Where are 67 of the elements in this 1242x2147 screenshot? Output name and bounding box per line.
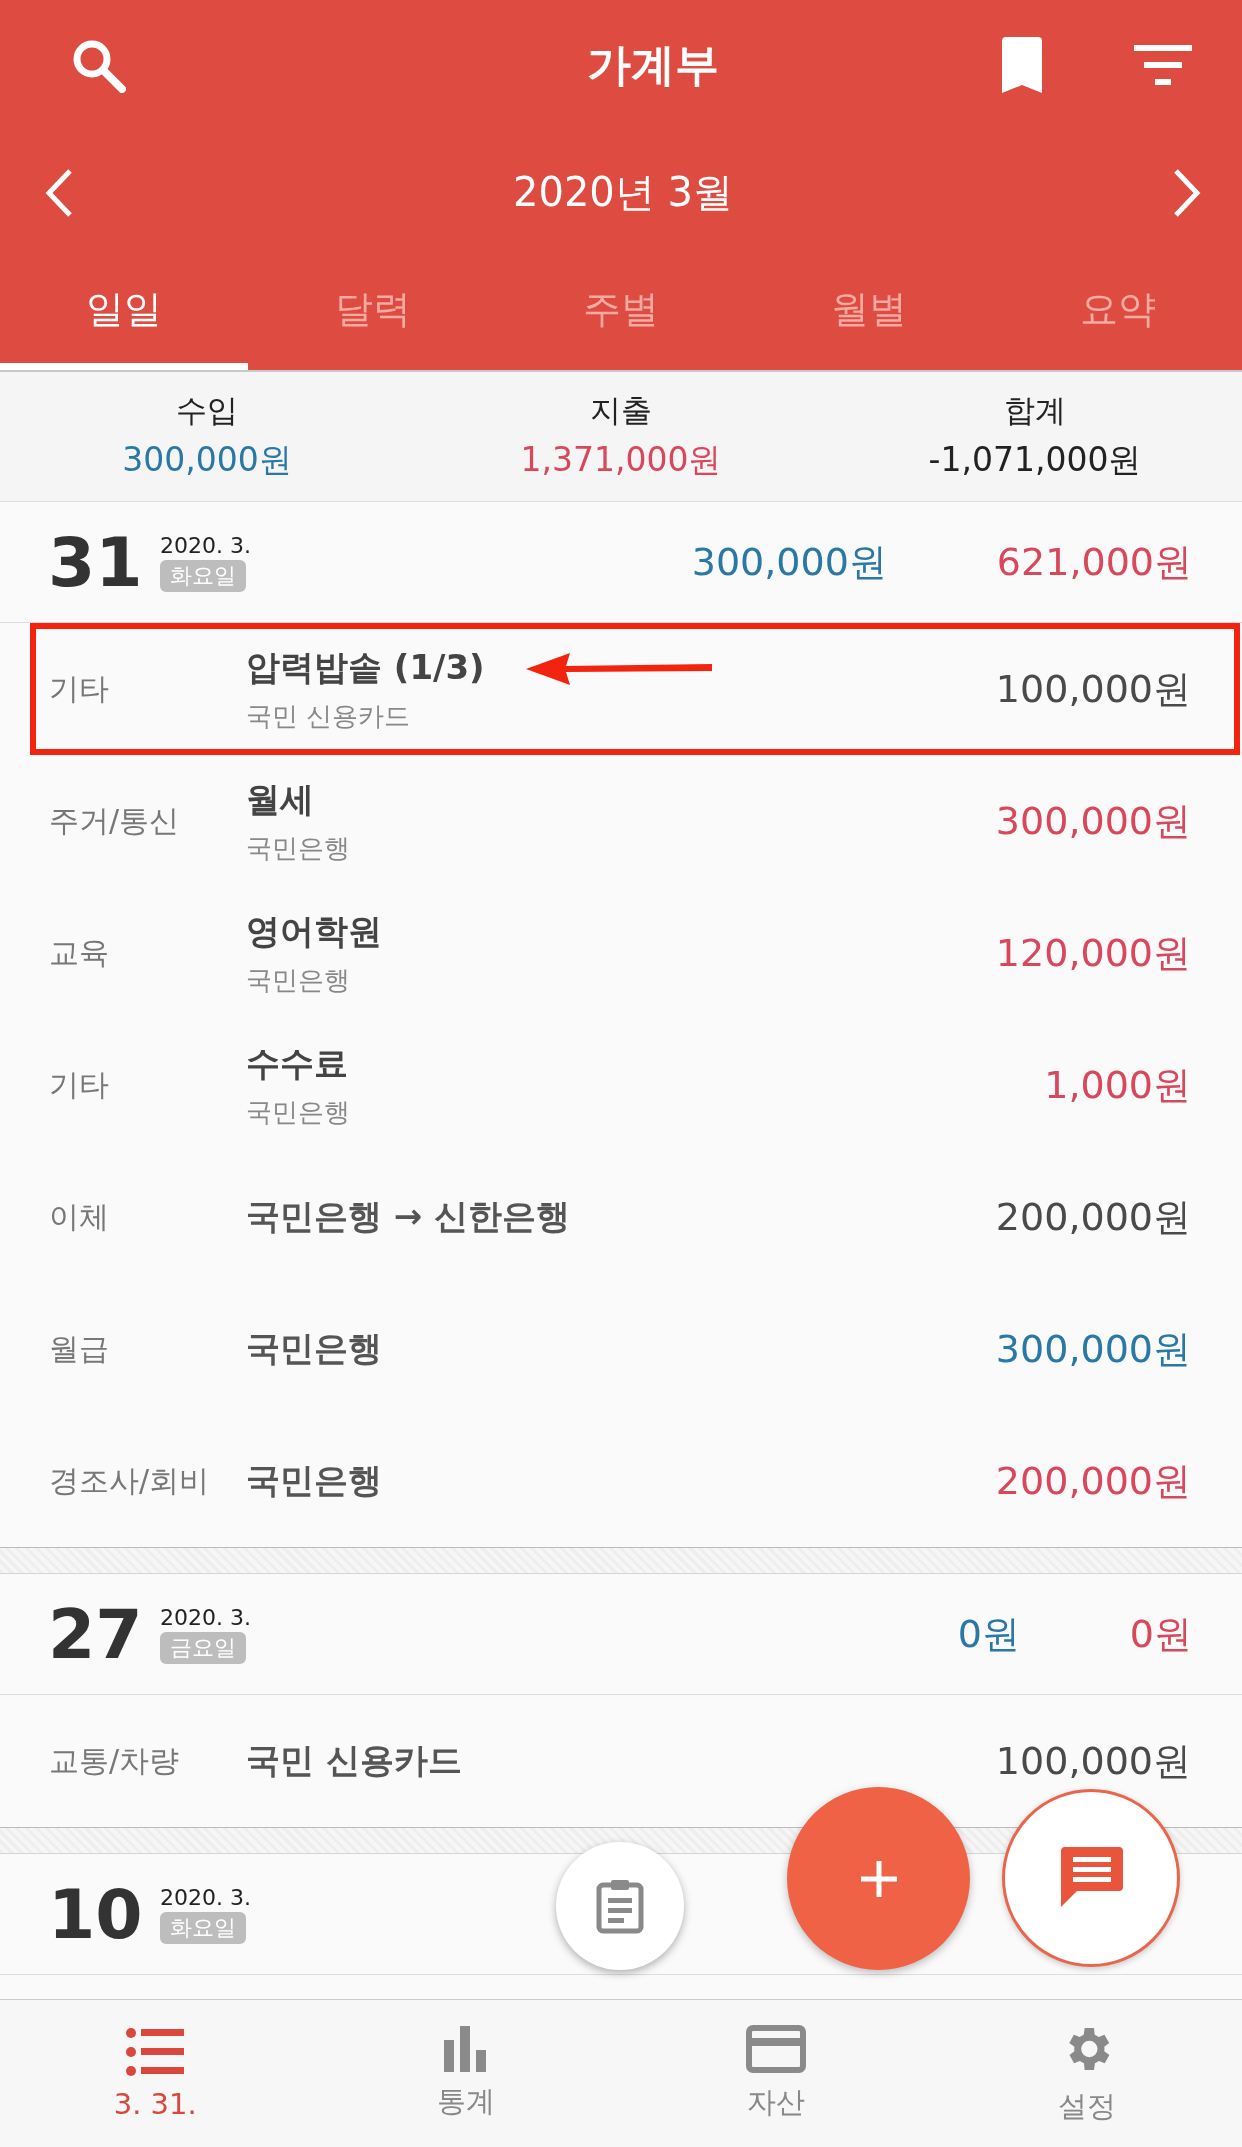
day-income: 300,000원: [691, 538, 887, 586]
amount: 300,000원: [995, 797, 1191, 845]
entry-title: 국민은행 → 신한은행: [246, 1195, 571, 1238]
view-tab[interactable]: 요약: [993, 255, 1242, 370]
amount: 200,000원: [995, 1457, 1191, 1505]
category-label: 주거/통신: [49, 801, 181, 840]
account-label: 국민은행: [246, 963, 350, 997]
plus-icon: [858, 1858, 899, 1899]
day-number: 31: [48, 522, 144, 602]
summary-label: 지출: [590, 391, 652, 430]
entry-title: 국민은행: [246, 1459, 382, 1502]
next-month-icon[interactable]: [1172, 167, 1202, 218]
list-icon: [126, 2026, 185, 2077]
view-tab[interactable]: 주별: [496, 255, 746, 370]
entry-title: 월세: [246, 777, 314, 821]
summary-label: 수입: [176, 391, 238, 430]
amount: 200,000원: [995, 1193, 1191, 1241]
month-label: 2020년 3월: [513, 168, 733, 217]
nav-tab[interactable]: 통계: [310, 2000, 621, 2147]
category-label: 교육: [49, 933, 110, 972]
day-expense: 0원: [1129, 1610, 1192, 1658]
nav-tab[interactable]: 3. 31.: [0, 2000, 311, 2147]
view-tab[interactable]: 월별: [745, 255, 994, 370]
entry-title: 국민은행: [246, 1327, 382, 1370]
category-label: 이체: [49, 1197, 110, 1236]
view-tab[interactable]: 달력: [248, 255, 497, 370]
category-label: 기타: [49, 669, 110, 708]
filter-icon[interactable]: [1134, 43, 1192, 87]
day-number: 10: [48, 1874, 144, 1954]
amount: 100,000원: [995, 665, 1191, 713]
date-label: 2020. 3.: [160, 532, 251, 558]
category-label: 기타: [49, 1065, 110, 1104]
nav-tab[interactable]: 자산: [621, 2000, 932, 2147]
date-label: 2020. 3.: [160, 1884, 251, 1910]
category-label: 교통/차량: [49, 1741, 181, 1780]
summary-value: 300,000원: [122, 439, 292, 481]
chat-icon: [1059, 1847, 1123, 1909]
category-label: 월급: [49, 1329, 110, 1368]
summary-label: 합계: [1004, 391, 1066, 430]
date-label: 2020. 3.: [160, 1604, 251, 1630]
summary-value: -1,071,000원: [928, 439, 1142, 481]
day-expense: 621,000원: [996, 538, 1192, 586]
entry-title: 압력밥솥 (1/3): [246, 645, 485, 689]
weekday-badge: 화요일: [160, 559, 246, 592]
bookmark-icon[interactable]: [1000, 37, 1044, 93]
account-label: 국민 신용카드: [246, 699, 411, 733]
category-label: 경조사/회비: [49, 1461, 211, 1500]
account-label: 국민은행: [246, 831, 350, 865]
day-income: 0원: [957, 1610, 1020, 1658]
card-icon: [746, 2024, 807, 2073]
app-title: 가계부: [586, 37, 720, 92]
amount: 300,000원: [995, 1325, 1191, 1373]
amount: 1,000원: [1044, 1061, 1191, 1109]
entry-title: 수수료: [246, 1041, 348, 1085]
weekday-badge: 금요일: [160, 1631, 246, 1664]
bar-chart-icon: [443, 2025, 488, 2072]
amount: 120,000원: [995, 929, 1191, 977]
amount: 100,000원: [995, 1737, 1191, 1785]
previous-month-icon[interactable]: [44, 167, 74, 218]
summary-value: 1,371,000원: [520, 439, 722, 481]
account-label: 국민은행: [246, 1095, 350, 1129]
entry-title: 국민 신용카드: [246, 1739, 462, 1782]
clipboard-icon: [596, 1878, 644, 1934]
entry-title: 영어학원: [246, 909, 382, 953]
nav-tab[interactable]: 설정: [931, 2000, 1242, 2147]
weekday-badge: 화요일: [160, 1911, 246, 1944]
day-number: 27: [48, 1594, 144, 1674]
